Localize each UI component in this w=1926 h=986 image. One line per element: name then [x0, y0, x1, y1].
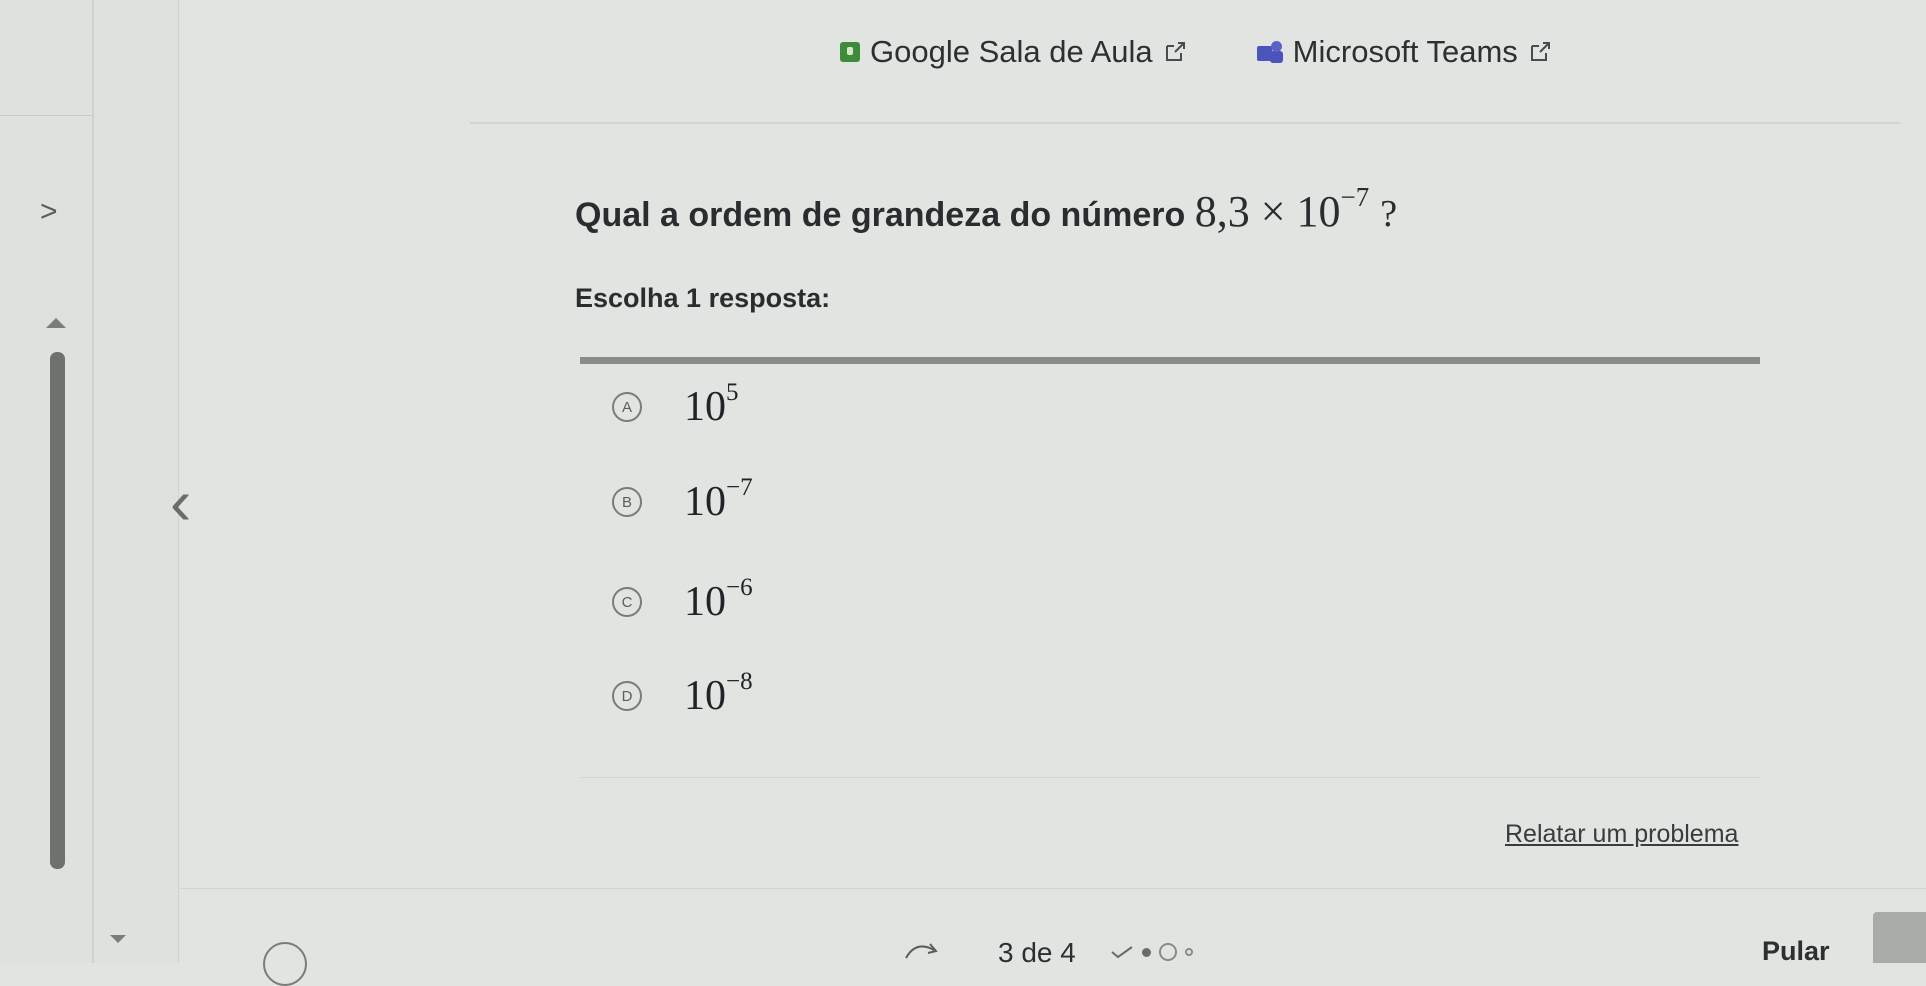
progress-dot [1185, 948, 1193, 956]
external-link-icon [1165, 42, 1185, 61]
sidebar-divider [92, 0, 94, 963]
link-label: Google Sala de Aula [870, 34, 1153, 69]
progress-dot [1159, 943, 1177, 961]
chevron-left-icon[interactable]: ‹ [170, 470, 191, 534]
answer-option-c[interactable]: C 10−6 [612, 574, 753, 626]
option-letter-badge: B [612, 487, 642, 517]
scroll-up-icon[interactable] [46, 318, 66, 328]
option-letter-badge: A [612, 392, 642, 422]
integration-links: Google Sala de Aula Microsoft Teams [840, 30, 1552, 74]
question-prompt: Qual a ordem de grandeza do número [575, 196, 1186, 234]
option-value: 105 [684, 379, 739, 430]
answer-option-d[interactable]: D 10−8 [612, 668, 753, 720]
progress-dot-current [1142, 947, 1151, 957]
option-value: 10−7 [684, 474, 753, 525]
option-value: 10−6 [684, 574, 753, 625]
answer-instruction: Escolha 1 resposta: [575, 283, 831, 313]
footer-divider [180, 888, 1926, 889]
google-classroom-icon [840, 42, 860, 62]
question-mark: ? [1380, 193, 1398, 235]
report-problem-link[interactable]: Relatar um problema [1505, 820, 1738, 849]
chevron-right-icon[interactable]: > [40, 195, 58, 229]
progress-label: 3 de 4 [998, 937, 1076, 968]
scroll-down-icon[interactable] [110, 935, 126, 943]
hint-icon[interactable] [263, 942, 307, 986]
option-value: 10−8 [684, 668, 753, 719]
check-icon [1111, 946, 1133, 959]
sidebar-rule [0, 115, 92, 116]
check-answer-button[interactable] [1873, 912, 1926, 963]
options-divider [580, 357, 1760, 364]
scrollbar-thumb[interactable] [50, 352, 65, 869]
progress-indicator [1110, 943, 1193, 961]
microsoft-teams-icon [1256, 41, 1283, 63]
divider [580, 777, 1760, 778]
link-label: Microsoft Teams [1292, 34, 1518, 69]
question-expression: 8,3 × 10−7 [1194, 182, 1370, 236]
microsoft-teams-link[interactable]: Microsoft Teams [1256, 34, 1552, 70]
option-letter-badge: C [612, 587, 642, 617]
option-letter-badge: D [612, 681, 642, 711]
google-classroom-link[interactable]: Google Sala de Aula [840, 34, 1187, 70]
redo-icon[interactable] [904, 940, 946, 960]
skip-button[interactable]: Pular [1762, 936, 1830, 967]
answer-option-a[interactable]: A 105 [612, 379, 739, 431]
question-text: Qual a ordem de grandeza do número 8,3 ×… [575, 182, 1398, 237]
divider [470, 122, 1900, 124]
answer-option-b[interactable]: B 10−7 [612, 474, 753, 526]
external-link-icon [1530, 42, 1550, 61]
sidebar: > [0, 0, 180, 963]
